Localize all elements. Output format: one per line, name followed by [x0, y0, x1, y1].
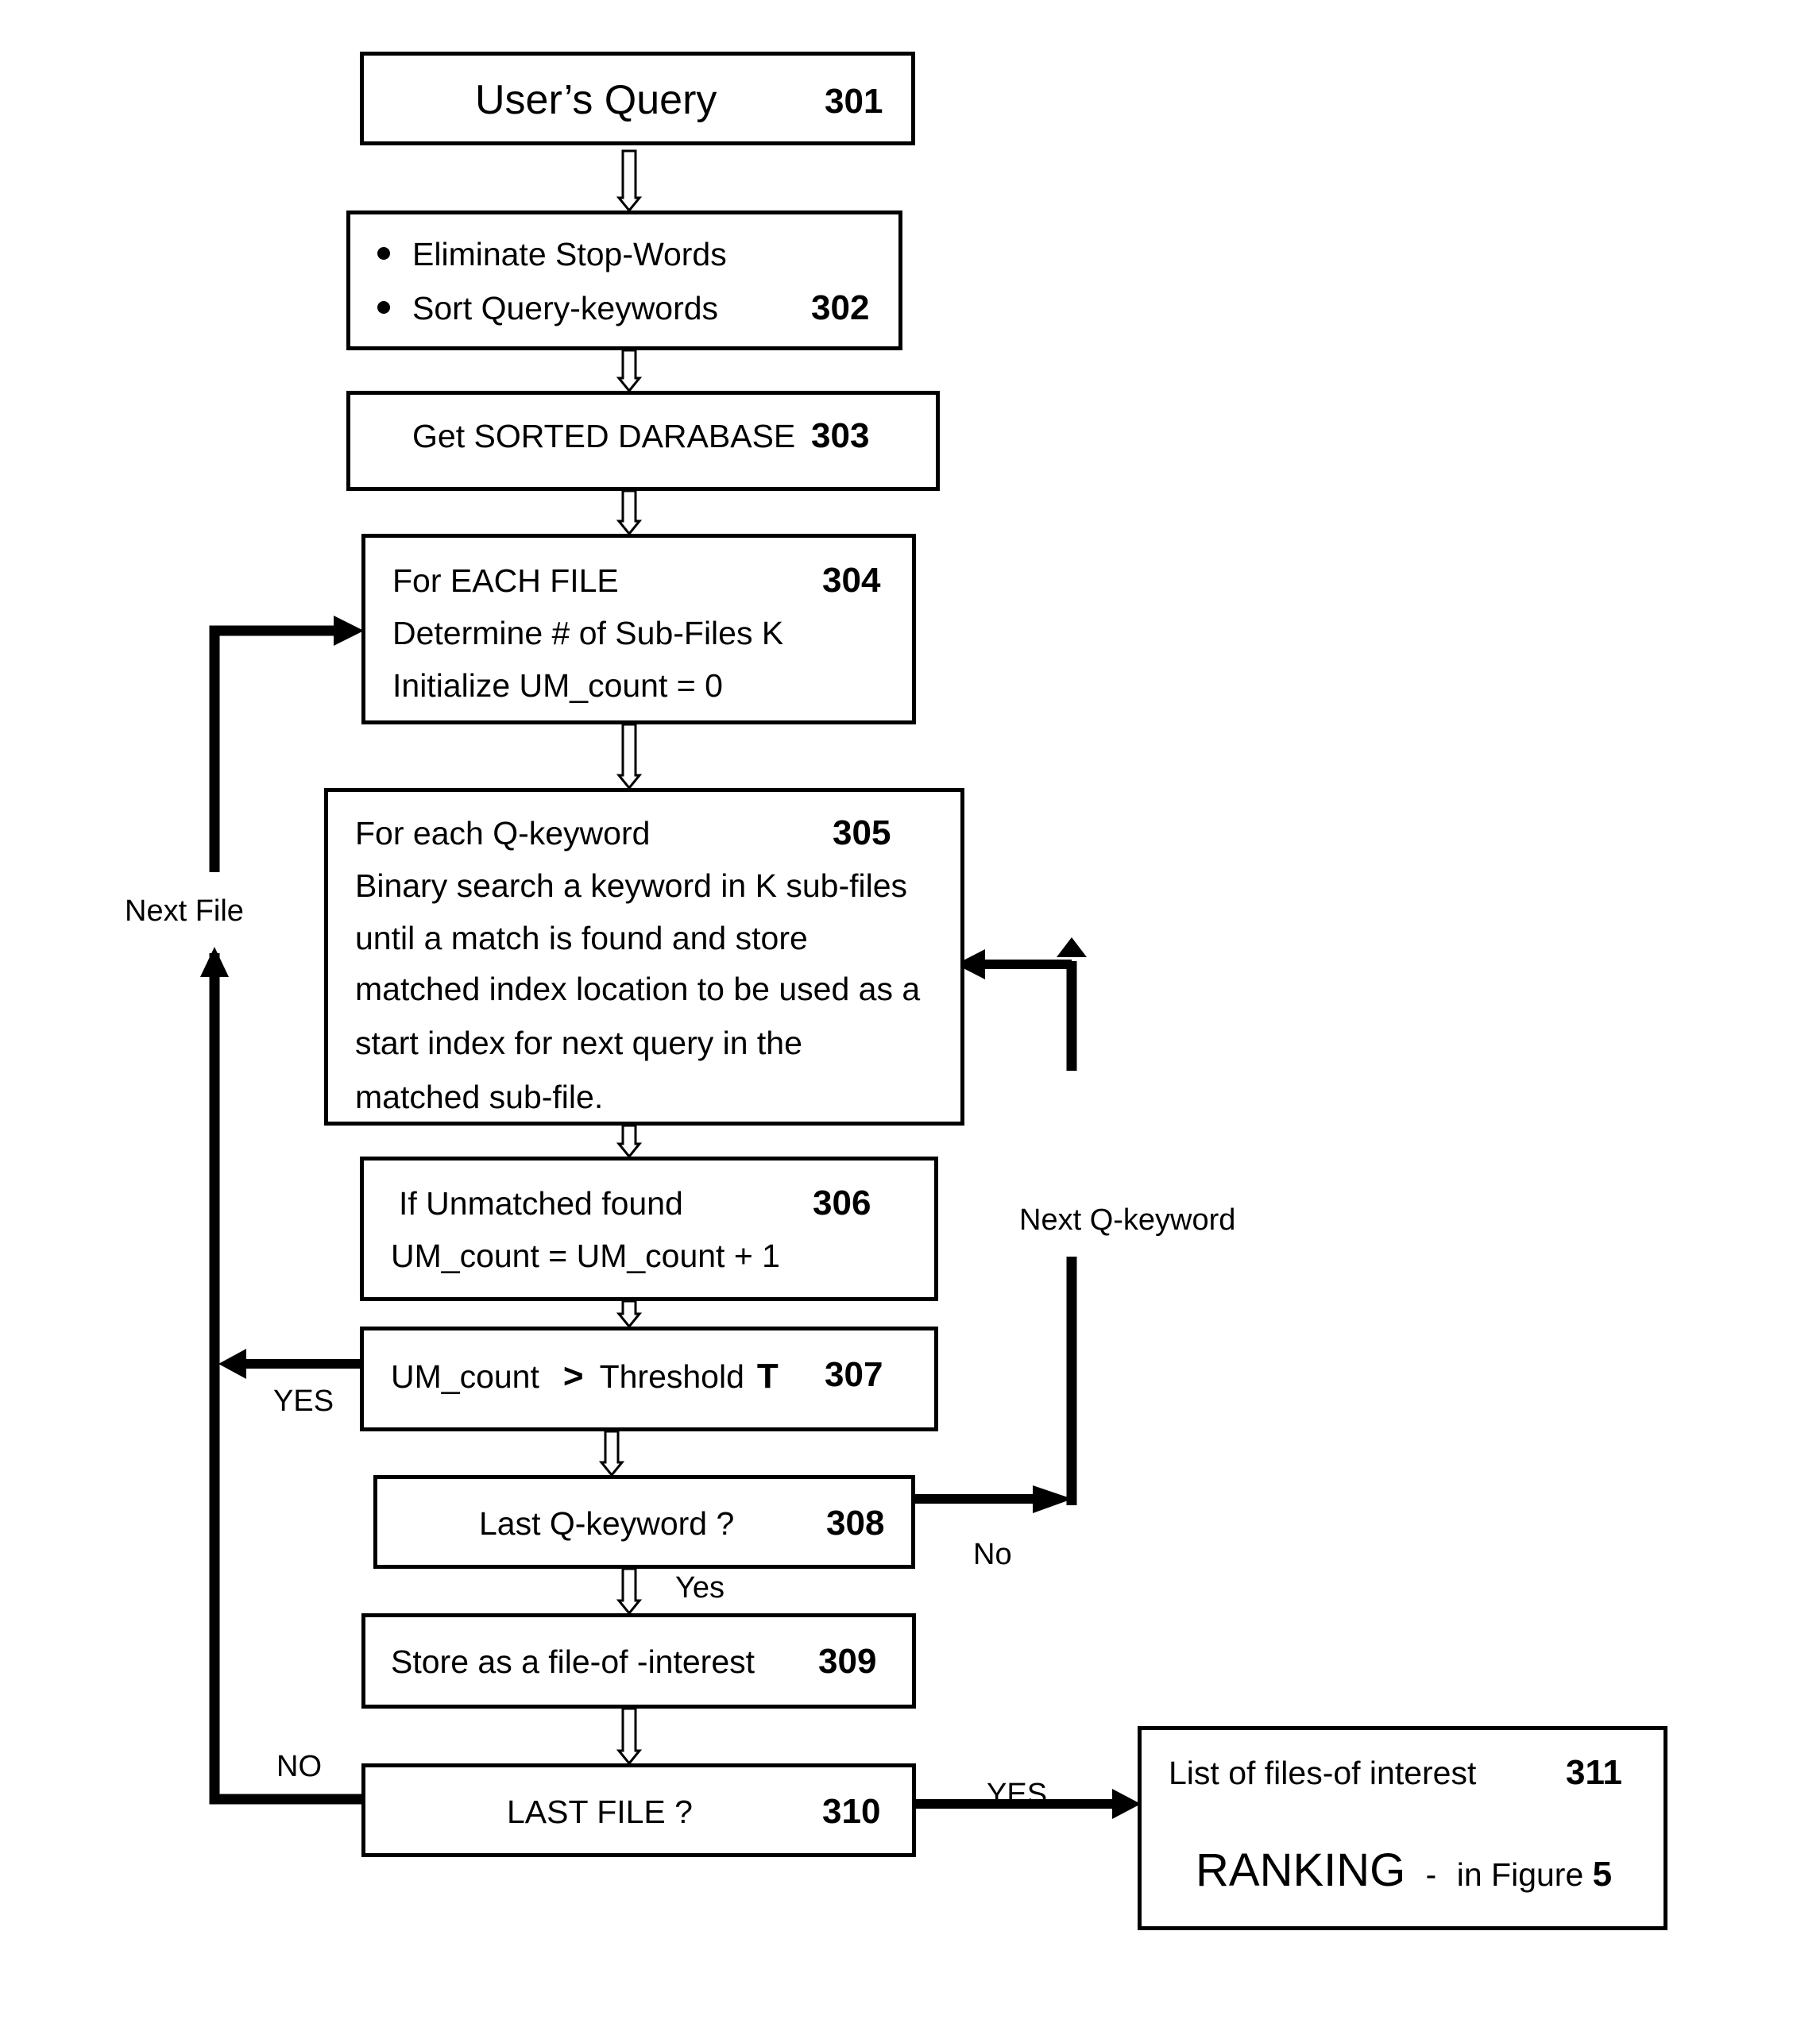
step-311-line-1: List of files-of interest: [1169, 1755, 1477, 1791]
step-305-line-1: For each Q-keyword: [355, 815, 651, 852]
step-304-for-each-file: For EACH FILE Determine # of Sub-Files K…: [361, 534, 916, 724]
label-no-310: NO: [276, 1750, 322, 1783]
step-305-line-3: until a match is found and store: [355, 920, 808, 956]
step-309-number: 309: [818, 1642, 877, 1681]
step-311-ranking: RANKING: [1196, 1844, 1406, 1896]
yes-310-arrowhead: [1112, 1789, 1141, 1819]
step-307-text: UM_count > Threshold T: [391, 1359, 779, 1394]
arrow-301-302: [616, 149, 643, 213]
arrow-309-310: [616, 1707, 643, 1766]
step-305-binary-search: For each Q-keyword Binary search a keywo…: [324, 788, 964, 1126]
step-302-preprocess-query: Eliminate Stop-Words Sort Query-keywords…: [346, 210, 902, 350]
step-305-line-6: matched sub-file.: [355, 1079, 604, 1115]
step-309-label: Store as a file-of -interest: [391, 1643, 755, 1680]
step-311-ranking-output: List of files-of interest 311 RANKING - …: [1138, 1726, 1667, 1930]
label-yes-310: YES: [987, 1778, 1048, 1811]
step-311-line-2: RANKING - in Figure 5: [1196, 1848, 1612, 1894]
step-310-label: LAST FILE ?: [507, 1794, 693, 1830]
step-311-in-figure: in Figure: [1456, 1856, 1584, 1893]
step-305-line-4: matched index location to be used as a: [355, 971, 921, 1007]
to-304-arrowhead: [334, 616, 364, 646]
arrow-305-306: [616, 1124, 643, 1159]
step-306-line-1: If Unmatched found: [399, 1185, 683, 1222]
arrow-308-309: [616, 1567, 643, 1616]
step-308-number: 308: [826, 1504, 885, 1543]
step-303-label: Get SORTED DARABASE: [412, 418, 796, 454]
bullet-icon: [377, 247, 390, 261]
step-309-store-file-of-interest: Store as a file-of -interest 309: [361, 1613, 916, 1709]
step-308-label: Last Q-keyword ?: [479, 1505, 735, 1542]
step-306-line-2: UM_count = UM_count + 1: [391, 1238, 780, 1274]
step-302-number: 302: [811, 288, 870, 327]
label-yes-307: YES: [273, 1385, 334, 1418]
step-301-label: User’s Query: [475, 77, 717, 123]
label-no-308: No: [973, 1538, 1012, 1571]
step-302-bullet-2: Sort Query-keywords: [377, 292, 718, 325]
step-311-number: 311: [1566, 1753, 1622, 1792]
bullet-icon: [377, 301, 390, 315]
arrow-303-304: [616, 489, 643, 536]
step-310-last-file: LAST FILE ? 310: [361, 1763, 916, 1857]
step-301-users-query: User’s Query 301: [360, 52, 915, 145]
arrow-302-303: [616, 349, 643, 393]
step-304-line-2: Determine # of Sub-Files K: [392, 615, 784, 651]
arrow-304-305: [616, 723, 643, 790]
step-307-number: 307: [825, 1355, 883, 1394]
step-307-threshold-check: UM_count > Threshold T 307: [360, 1327, 938, 1431]
next-file-arrowhead: [200, 947, 229, 977]
step-307-operator: >: [562, 1357, 584, 1396]
step-301-number: 301: [825, 82, 883, 121]
step-307-var: T: [756, 1357, 779, 1396]
step-306-unmatched-count: If Unmatched found UM_count = UM_count +…: [360, 1157, 938, 1301]
step-303-number: 303: [811, 416, 870, 455]
next-file-upper-line: [209, 625, 334, 872]
step-307-threshold: Threshold: [599, 1358, 744, 1395]
step-305-line-2: Binary search a keyword in K sub-files: [355, 867, 908, 904]
yes-307-arrowhead: [218, 1349, 246, 1379]
step-307-um-count: UM_count: [391, 1358, 539, 1395]
next-q-up-arrowhead: [1057, 937, 1087, 957]
step-305-number: 305: [833, 813, 891, 852]
label-yes-308: Yes: [675, 1571, 725, 1605]
arrow-307-308: [598, 1430, 625, 1477]
step-310-number: 310: [822, 1792, 881, 1831]
step-311-figure-number: 5: [1592, 1855, 1613, 1894]
step-308-last-q-keyword: Last Q-keyword ? 308: [373, 1475, 915, 1569]
step-311-dash: -: [1425, 1856, 1437, 1893]
step-306-number: 306: [813, 1184, 871, 1222]
step-304-line-3: Initialize UM_count = 0: [392, 667, 723, 704]
step-304-line-1: For EACH FILE: [392, 562, 619, 599]
arrow-306-307: [616, 1300, 643, 1329]
label-next-file: Next File: [125, 894, 244, 928]
step-305-line-5: start index for next query in the: [355, 1025, 802, 1061]
label-next-q-keyword: Next Q-keyword: [1019, 1203, 1236, 1237]
step-302-bullet-1: Eliminate Stop-Words: [377, 238, 727, 271]
step-303-get-sorted-database: Get SORTED DARABASE 303: [346, 391, 940, 491]
step-304-number: 304: [822, 561, 881, 600]
